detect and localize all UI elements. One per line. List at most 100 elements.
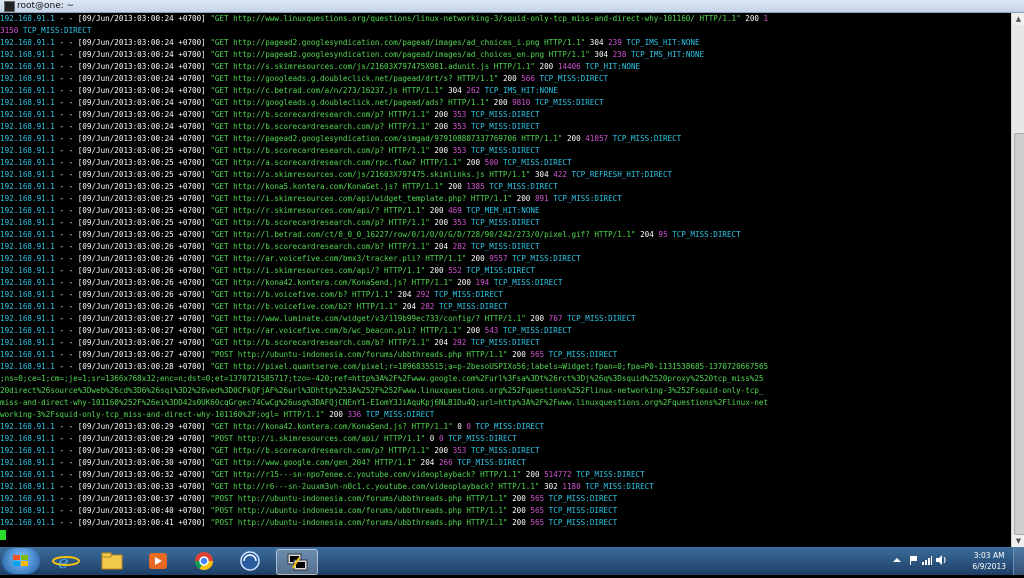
log-size: 353 [452,218,467,227]
log-request: "GET http://a.scorecardresearch.com/rpc.… [210,158,462,167]
log-separator: - - [54,182,78,191]
show-hidden-icons-icon[interactable] [892,555,902,565]
log-separator: - - [54,446,78,455]
log-status: 200 [512,506,526,515]
log-cache-result: TCP_MISS:DIRECT [470,110,540,119]
log-client-ip: 192.168.91.1 [0,14,55,23]
log-separator: - - [54,218,78,227]
log-cache-result: TCP_MISS:DIRECT [470,122,540,131]
log-request: "GET http://googleads.g.doubleclick.net/… [210,74,499,83]
log-separator: - - [54,206,78,215]
scroll-down-arrow-icon[interactable]: ▼ [1012,535,1024,547]
log-status: 200 [530,314,545,323]
terminal-output[interactable]: 192.168.91.1 - - [09/Jun/2013:03:00:24 +… [0,13,1011,547]
log-timestamp: [09/Jun/2013:03:00:37 +0700] [77,494,206,503]
log-client-ip: 192.168.91.1 [0,218,55,227]
scroll-up-arrow-icon[interactable]: ▲ [1012,13,1024,25]
log-status: 204 [420,458,435,467]
log-status: 200 [516,194,531,203]
log-client-ip: 192.168.91.1 [0,362,55,371]
log-size: 353 [452,146,467,155]
log-status: 204 [640,230,654,239]
taskbar-explorer-button[interactable] [92,549,132,573]
start-button[interactable] [2,548,40,574]
log-client-ip: 192.168.91.1 [0,506,55,515]
log-client-ip: 192.168.91.1 [0,470,55,479]
log-size: 514772 [544,470,572,479]
log-status: 200 [434,218,449,227]
windows-taskbar: e 3:03 AM 6/9/2013 [0,547,1024,575]
volume-icon[interactable] [936,555,946,565]
log-request: "POST http://i.skimresources.com/api/ HT… [210,434,426,443]
log-status: 0 [457,422,462,431]
log-client-ip: 192.168.91.1 [0,482,55,491]
log-client-ip: 192.168.91.1 [0,74,55,83]
log-status: 200 [429,266,444,275]
log-client-ip: 192.168.91.1 [0,446,55,455]
log-size: 469 [448,206,462,215]
log-size: 282 [420,302,435,311]
log-client-ip: 192.168.91.1 [0,338,55,347]
log-timestamp: [09/Jun/2013:03:00:26 +0700] [77,254,206,263]
log-timestamp: [09/Jun/2013:03:00:27 +0700] [77,326,206,335]
log-separator: - - [54,86,78,95]
log-separator: - - [54,338,78,347]
log-client-ip: 192.168.91.1 [0,434,55,443]
scrollbar-thumb[interactable] [1014,133,1024,535]
log-timestamp: [09/Jun/2013:03:00:24 +0700] [77,134,206,143]
network-icon[interactable] [922,555,932,565]
log-line: 192.168.91.1 - - [09/Jun/2013:03:00:24 +… [0,133,1011,145]
log-request: "GET http://r.skimresources.com/api/? HT… [210,206,426,215]
action-center-flag-icon[interactable] [908,555,918,565]
log-cache-result: TCP_MISS:DIRECT [438,302,508,311]
log-request: "POST http://ubuntu-indonesia.com/forums… [210,518,508,527]
log-timestamp: [09/Jun/2013:03:00:29 +0700] [77,434,206,443]
log-size: 194 [475,278,490,287]
log-line: 192.168.91.1 - - [09/Jun/2013:03:00:28 +… [0,361,1011,373]
log-request: "GET http://s.skimresources.com/js/21603… [210,170,531,179]
vertical-scrollbar[interactable]: ▲ ▼ [1011,13,1024,547]
log-cache-result: TCP_MISS:DIRECT [512,254,581,263]
log-timestamp: [09/Jun/2013:03:00:25 +0700] [77,182,206,191]
log-size: 9810 [512,98,531,107]
log-separator: - - [54,266,78,275]
log-size: 500 [484,158,499,167]
log-separator: - - [54,230,78,239]
taskbar-ie-button[interactable]: e [46,549,86,573]
log-separator: - - [54,518,78,527]
log-size: 353 [452,446,467,455]
log-size: 95 [658,230,668,239]
taskbar-putty-button[interactable] [276,549,318,575]
log-client-ip: 192.168.91.1 [0,98,55,107]
log-size: 1 [763,14,769,23]
taskbar-media-player-button[interactable] [138,549,178,573]
log-status: 200 [434,122,449,131]
taskbar-clock[interactable]: 3:03 AM 6/9/2013 [972,550,1006,572]
log-request: "GET http://kona42.kontera.com/KonaSend.… [210,278,453,287]
log-line: 192.168.91.1 - - [09/Jun/2013:03:00:27 +… [0,349,1011,361]
log-line: 192.168.91.1 - - [09/Jun/2013:03:00:24 +… [0,13,1011,25]
show-desktop-button[interactable] [1013,547,1024,575]
taskbar-chrome-button[interactable] [184,549,224,573]
window-titlebar[interactable]: root@one: ~ [0,0,1024,13]
log-status: 302 [544,482,558,491]
log-client-ip: 192.168.91.1 [0,518,55,527]
log-client-ip: 192.168.91.1 [0,458,55,467]
log-cache-result: TCP_HIT:NONE [585,62,641,71]
terminal-cursor [0,530,6,540]
log-separator: - - [54,278,78,287]
log-client-ip: 192.168.91.1 [0,266,55,275]
log-timestamp: [09/Jun/2013:03:00:29 +0700] [77,422,206,431]
taskbar-app-button[interactable] [230,549,270,573]
log-size: 336 [347,410,362,419]
log-timestamp: [09/Jun/2013:03:00:30 +0700] [77,458,206,467]
log-separator: - - [54,50,78,59]
log-timestamp: [09/Jun/2013:03:00:25 +0700] [77,194,206,203]
log-status: 200 [434,110,449,119]
log-request: "GET http://r15---sn-npo7enee.c.youtube.… [210,470,522,479]
chrome-icon [195,552,213,571]
windows-logo-icon [13,555,29,567]
log-request: "GET http://b.scorecardresearch.com/b? H… [210,242,430,251]
log-timestamp: [09/Jun/2013:03:00:25 +0700] [77,146,206,155]
log-client-ip: 192.168.91.1 [0,146,55,155]
